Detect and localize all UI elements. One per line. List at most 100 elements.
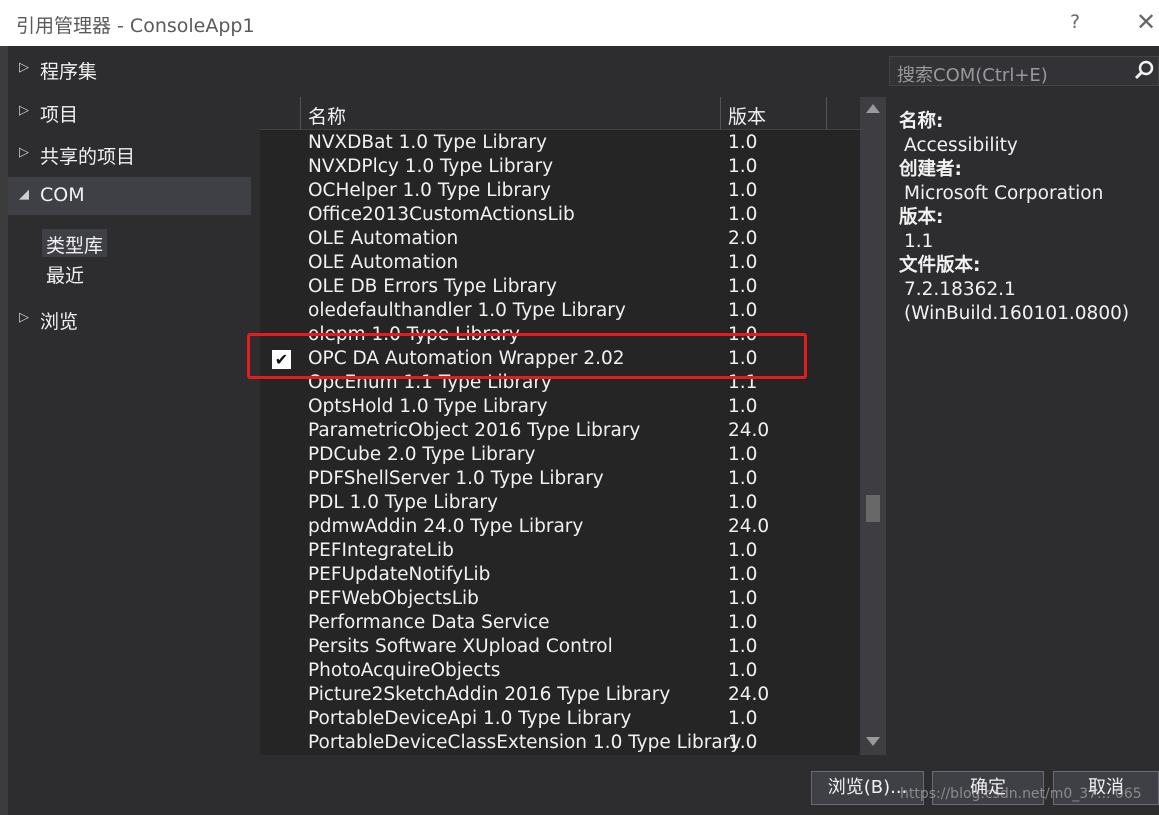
row-name: ParametricObject 2016 Type Library bbox=[308, 420, 641, 441]
version-value: 1.1 bbox=[904, 231, 934, 252]
search-input[interactable]: 搜索COM(Ctrl+E) bbox=[897, 61, 1048, 87]
row-version: 1.0 bbox=[728, 468, 758, 489]
list-row[interactable]: OCHelper 1.0 Type Library 1.0 bbox=[260, 179, 860, 203]
nav-item-label: COM bbox=[40, 184, 85, 206]
list-row[interactable]: oledefaulthandler 1.0 Type Library 1.0 bbox=[260, 299, 860, 323]
row-version: 1.0 bbox=[728, 132, 758, 153]
row-version: 1.0 bbox=[728, 396, 758, 417]
row-name: Office2013CustomActionsLib bbox=[308, 204, 575, 225]
expand-arrow-icon[interactable]: ▷ bbox=[19, 103, 29, 118]
row-name: Performance Data Service bbox=[308, 612, 550, 633]
row-name: Picture2SketchAddin 2016 Type Library bbox=[308, 684, 671, 705]
list-row[interactable]: NVXDPlcy 1.0 Type Library 1.0 bbox=[260, 155, 860, 179]
row-version: 24.0 bbox=[728, 684, 770, 705]
list-row[interactable]: Office2013CustomActionsLib 1.0 bbox=[260, 203, 860, 227]
scroll-thumb[interactable] bbox=[866, 495, 880, 522]
row-name: OCHelper 1.0 Type Library bbox=[308, 180, 551, 201]
selection-highlight-annotation bbox=[247, 333, 807, 379]
watermark: https://blog.csdn.net/m0_37... 065 bbox=[900, 786, 1142, 802]
list-row[interactable]: OLE Automation 1.0 bbox=[260, 251, 860, 275]
details-panel: 名称: Accessibility 创建者: Microsoft Corpora… bbox=[899, 110, 1159, 326]
list-row[interactable]: ParametricObject 2016 Type Library 24.0 bbox=[260, 419, 860, 443]
name-label: 名称: bbox=[899, 111, 944, 132]
list-row[interactable]: PortableDeviceClassExtension 1.0 Type Li… bbox=[260, 731, 860, 755]
row-name: PDCube 2.0 Type Library bbox=[308, 444, 536, 465]
list-row[interactable]: PEFWebObjectsLib 1.0 bbox=[260, 587, 860, 611]
row-version: 1.0 bbox=[728, 588, 758, 609]
header-checkbox-column bbox=[260, 97, 301, 130]
list-row[interactable]: PhotoAcquireObjects 1.0 bbox=[260, 659, 860, 683]
nav-item-browse[interactable]: ▷ 浏览 bbox=[8, 300, 251, 338]
vertical-scrollbar[interactable] bbox=[860, 97, 886, 755]
row-version: 1.0 bbox=[728, 300, 758, 321]
list-row[interactable]: PEFIntegrateLib 1.0 bbox=[260, 539, 860, 563]
nav-item-assemblies[interactable]: ▷ 程序集 bbox=[8, 50, 251, 88]
list-row[interactable]: Picture2SketchAddin 2016 Type Library 24.… bbox=[260, 683, 860, 707]
row-version: 1.0 bbox=[728, 204, 758, 225]
nav-item-label: 程序集 bbox=[40, 61, 98, 83]
row-version: 1.0 bbox=[728, 708, 758, 729]
row-version: 1.0 bbox=[728, 612, 758, 633]
row-name: oledefaulthandler 1.0 Type Library bbox=[308, 300, 626, 321]
list-row[interactable]: Persits Software XUpload Control 1.0 bbox=[260, 635, 860, 659]
scroll-down-icon[interactable] bbox=[866, 737, 880, 746]
row-name: PhotoAcquireObjects bbox=[308, 660, 501, 681]
nav-item-shared-projects[interactable]: ▷ 共享的项目 bbox=[8, 135, 251, 173]
row-name: PEFWebObjectsLib bbox=[308, 588, 479, 609]
version-label: 版本: bbox=[899, 207, 944, 228]
list-row[interactable]: Performance Data Service 1.0 bbox=[260, 611, 860, 635]
com-reference-list: 名称 版本 NVXDBat 1.0 Type Library 1.0 NVXDPlc… bbox=[260, 97, 860, 755]
row-version: 1.0 bbox=[728, 636, 758, 657]
list-row[interactable]: pdmwAddin 24.0 Type Library 24.0 bbox=[260, 515, 860, 539]
left-edge-strip bbox=[0, 46, 8, 815]
window-title: 引用管理器 - ConsoleApp1 bbox=[16, 15, 255, 37]
expand-arrow-icon[interactable]: ▷ bbox=[19, 310, 29, 325]
nav-tree: ▷ 程序集 ▷ 项目 ▷ 共享的项目 ◢ COM 类型库 最近 ▷ 浏览 bbox=[8, 46, 258, 766]
row-name: PortableDeviceApi 1.0 Type Library bbox=[308, 708, 632, 729]
nav-item-projects[interactable]: ▷ 项目 bbox=[8, 93, 251, 131]
name-value: Accessibility bbox=[904, 135, 1018, 156]
nav-item-label: 浏览 bbox=[40, 311, 79, 333]
list-row[interactable]: PDFShellServer 1.0 Type Library 1.0 bbox=[260, 467, 860, 491]
list-row[interactable]: PortableDeviceApi 1.0 Type Library 1.0 bbox=[260, 707, 860, 731]
list-rows: NVXDBat 1.0 Type Library 1.0 NVXDPlcy 1.0 … bbox=[260, 131, 860, 755]
creator-value: Microsoft Corporation bbox=[904, 183, 1104, 204]
expand-arrow-icon[interactable]: ▷ bbox=[19, 60, 29, 75]
nav-sub-type-libraries[interactable]: 类型库 bbox=[42, 229, 108, 257]
header-version[interactable]: 版本 bbox=[721, 97, 827, 130]
row-name: PortableDeviceClassExtension 1.0 Type Li… bbox=[308, 732, 742, 753]
help-button[interactable]: ? bbox=[1070, 11, 1080, 33]
row-version: 1.0 bbox=[728, 564, 758, 585]
search-icon[interactable] bbox=[1134, 59, 1156, 86]
close-button[interactable]: ✕ bbox=[1136, 8, 1156, 36]
collapse-arrow-icon[interactable]: ◢ bbox=[19, 187, 29, 202]
list-row[interactable]: PDL 1.0 Type Library 1.0 bbox=[260, 491, 860, 515]
row-name: PDL 1.0 Type Library bbox=[308, 492, 498, 513]
scroll-up-icon[interactable] bbox=[866, 104, 880, 113]
nav-item-com[interactable]: ◢ COM bbox=[8, 177, 251, 215]
expand-arrow-icon[interactable]: ▷ bbox=[19, 145, 29, 160]
row-version: 1.0 bbox=[728, 492, 758, 513]
row-name: Persits Software XUpload Control bbox=[308, 636, 613, 657]
row-version: 1.0 bbox=[728, 180, 758, 201]
file-version-label: 文件版本: bbox=[899, 255, 981, 276]
row-version: 1.0 bbox=[728, 252, 758, 273]
list-row[interactable]: NVXDBat 1.0 Type Library 1.0 bbox=[260, 131, 860, 155]
row-version: 1.0 bbox=[728, 732, 758, 753]
list-row[interactable]: PEFUpdateNotifyLib 1.0 bbox=[260, 563, 860, 587]
list-row[interactable]: PDCube 2.0 Type Library 1.0 bbox=[260, 443, 860, 467]
row-version: 24.0 bbox=[728, 516, 770, 537]
list-row[interactable]: OptsHold 1.0 Type Library 1.0 bbox=[260, 395, 860, 419]
header-name[interactable]: 名称 bbox=[301, 97, 721, 130]
row-version: 1.0 bbox=[728, 660, 758, 681]
row-version: 1.0 bbox=[728, 156, 758, 177]
nav-sub-recent[interactable]: 最近 bbox=[42, 259, 88, 287]
list-row[interactable]: OLE DB Errors Type Library 1.0 bbox=[260, 275, 860, 299]
nav-item-label: 项目 bbox=[40, 104, 79, 126]
list-row[interactable]: OLE Automation 2.0 bbox=[260, 227, 860, 251]
row-name: OLE Automation bbox=[308, 228, 459, 249]
row-version: 2.0 bbox=[728, 228, 758, 249]
search-box[interactable]: 搜索COM(Ctrl+E) bbox=[889, 56, 1159, 86]
row-version: 1.0 bbox=[728, 540, 758, 561]
row-version: 24.0 bbox=[728, 420, 770, 441]
